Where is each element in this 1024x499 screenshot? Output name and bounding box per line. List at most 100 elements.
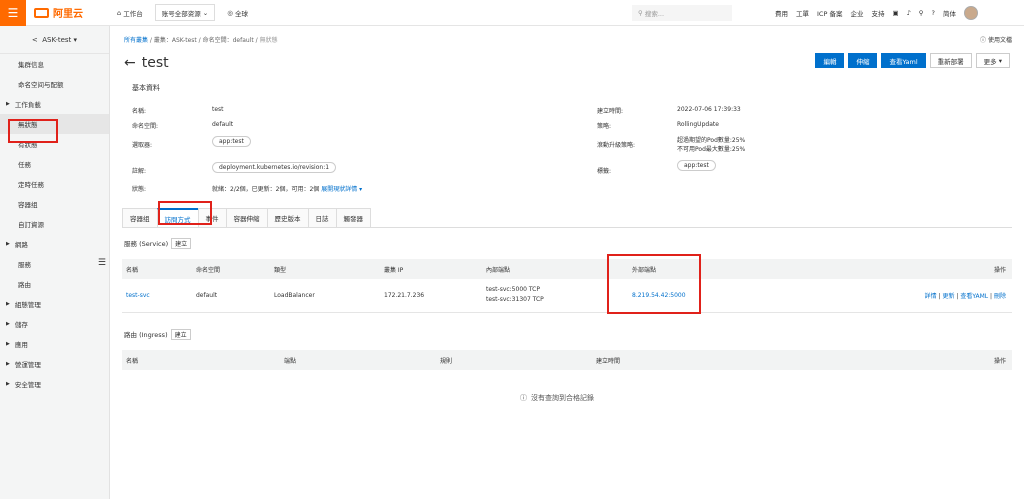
col-endpoint: 端點 <box>284 357 297 365</box>
more-button[interactable]: 更多 ▾ <box>975 53 1010 68</box>
scale-button[interactable]: 伸縮 <box>848 53 878 68</box>
service-type: LoadBalancer <box>274 292 315 299</box>
globe-icon: ◎ <box>227 8 235 17</box>
nav-fee[interactable]: 費用 <box>775 8 788 18</box>
ingress-table-header: 名稱 端點 規則 建立時間 操作 <box>122 350 1012 370</box>
tab-triggers[interactable]: 觸發器 <box>335 208 371 227</box>
sidebar-item[interactable]: ▶ 營運管理 <box>0 354 109 374</box>
logo-mark <box>34 7 49 18</box>
nav-ticket[interactable]: 工單 <box>796 8 809 18</box>
annotation-tag: deployment.kubernetes.io/revision:1 <box>212 162 337 173</box>
rolling-value-2: 不可用Pod最大數量:25% <box>677 146 746 153</box>
sidebar-item-label: 營運管理 <box>14 361 41 369</box>
sidebar-item[interactable]: 服務 <box>0 254 109 274</box>
logo[interactable]: 阿里云 <box>34 5 83 20</box>
expand-icon: ▶ <box>6 101 10 107</box>
expand-icon: ▶ <box>6 361 10 367</box>
redeploy-button[interactable]: 重新部署 <box>929 53 972 68</box>
basic-info-title: 基本資料 <box>132 84 160 92</box>
expand-status-link[interactable]: 展開現狀詳情 <box>321 186 357 193</box>
chevron-down-icon: ⌄ <box>200 8 209 17</box>
nav-support[interactable]: 支持 <box>871 8 884 18</box>
caret-down-icon: ▾ <box>996 56 1002 65</box>
edit-button[interactable]: 編輯 <box>815 53 845 68</box>
selector-label: 選取器: <box>132 142 153 149</box>
search-icon: ⚲ <box>638 9 645 17</box>
expand-icon: ▶ <box>6 381 10 387</box>
resource-select[interactable]: 账号全部资源 ⌄ <box>154 4 216 21</box>
info-icon: ⓘ <box>520 394 527 402</box>
back-arrow-icon[interactable]: ← <box>124 55 136 71</box>
sidebar-item[interactable]: 容器组 <box>0 194 109 214</box>
create-ingress-button[interactable]: 建立 <box>170 329 191 340</box>
breadcrumb-all-clusters[interactable]: 所有叢集 <box>124 37 148 44</box>
tab-pods[interactable]: 容器组 <box>122 208 158 227</box>
sidebar: < ASK-test ▾ 集群信息 命名空间与配额 ▶ 工作負載 無狀態 有狀態 任務 定時任… <box>0 26 110 499</box>
sidebar-item[interactable]: 任務 <box>0 154 109 174</box>
details-link[interactable]: 詳情 <box>925 293 937 300</box>
view-yaml-link[interactable]: 查看YAML <box>960 293 988 300</box>
tab-logs[interactable]: 日誌 <box>307 208 337 227</box>
tab-history[interactable]: 歷史版本 <box>266 208 309 227</box>
region-select[interactable]: ◎ 全球 <box>221 4 254 21</box>
rolling-value-1: 超過期望的Pod數量:25% <box>677 137 746 144</box>
row-actions: 詳情 | 更新 | 查看YAML | 刪除 <box>924 293 1006 300</box>
view-yaml-button[interactable]: 查看Yaml <box>881 53 926 68</box>
breadcrumb-cluster[interactable]: 叢集：ASK-test <box>154 37 197 44</box>
expand-icon: ▶ <box>6 341 10 347</box>
menu-icon[interactable]: ☰ <box>0 0 26 26</box>
tab-bar: 容器组 訪問方式 事件 容器伸縮 歷史版本 日誌 觸發器 <box>122 208 1012 228</box>
sidebar-item[interactable]: ▶ 儲存 <box>0 314 109 334</box>
cluster-selector[interactable]: < ASK-test ▾ <box>0 26 109 54</box>
create-service-button[interactable]: 建立 <box>171 238 192 249</box>
col-name: 名稱 <box>126 357 139 365</box>
location-icon[interactable]: ⚲ <box>919 9 924 17</box>
breadcrumb-current: 無狀態 <box>259 37 278 44</box>
sidebar-item[interactable]: 路由 <box>0 274 109 294</box>
top-nav: 費用 工單 ICP 备案 企业 支持 ▣ ♪ ⚲ ? 简体 <box>775 0 986 26</box>
nav-enterprise[interactable]: 企业 <box>850 8 863 18</box>
collapse-icon[interactable]: ☰ <box>98 258 106 268</box>
update-link[interactable]: 更新 <box>942 293 954 300</box>
sidebar-item-label: 定時任務 <box>18 181 44 189</box>
question-icon: ⓘ <box>980 37 987 44</box>
back-icon: < <box>31 35 43 44</box>
top-bar: ☰ 阿里云 ⌂ 工作台 账号全部资源 ⌄ ◎ 全球 ⚲ 搜索... 費用 工單 … <box>0 0 1024 26</box>
sidebar-item[interactable]: 自訂資源 <box>0 214 109 234</box>
created-value: 2022-07-06 17:39:33 <box>677 106 741 113</box>
search-input[interactable]: ⚲ 搜索... <box>632 5 732 21</box>
sidebar-item[interactable]: ▶ 組態管理 <box>0 294 109 314</box>
sidebar-item-label: 組態管理 <box>14 301 41 309</box>
sidebar-item-label: 任務 <box>18 161 31 169</box>
terminal-icon[interactable]: ▣ <box>892 9 898 17</box>
col-ops: 操作 <box>993 357 1006 365</box>
ingress-section: 路由 (Ingress) 建立 <box>124 329 191 340</box>
sidebar-item-label: 自訂資源 <box>18 221 44 229</box>
col-internal: 內部端點 <box>486 266 511 274</box>
sidebar-item[interactable]: ▶ 網路 <box>0 234 109 254</box>
bell-icon[interactable]: ♪ <box>907 9 911 17</box>
nav-icp[interactable]: ICP 备案 <box>817 8 842 18</box>
status-label: 狀態: <box>132 186 147 193</box>
breadcrumb: 所有叢集 / 叢集：ASK-test / 命名空間：default / 無狀態 <box>124 37 278 44</box>
highlight-external <box>607 254 701 314</box>
sidebar-item[interactable]: 命名空间与配额 <box>0 74 109 94</box>
sidebar-item-label: 網路 <box>14 241 28 249</box>
service-name-link[interactable]: test-svc <box>126 292 150 299</box>
avatar[interactable] <box>963 6 978 20</box>
sidebar-item[interactable]: ▶ 工作負載 <box>0 94 109 114</box>
sidebar-item[interactable]: ▶ 安全管理 <box>0 374 109 394</box>
status-value: 就緒：2/2個，已更新：2個，可用：2個 展開現狀詳情 ▾ <box>212 186 363 193</box>
sidebar-item[interactable]: ▶ 應用 <box>0 334 109 354</box>
sidebar-item[interactable]: 集群信息 <box>0 54 109 74</box>
delete-link[interactable]: 刪除 <box>994 293 1006 300</box>
tab-scaling[interactable]: 容器伸縮 <box>225 208 268 227</box>
breadcrumb-namespace[interactable]: 命名空間：default <box>203 37 254 44</box>
service-internal-2: test-svc:31307 TCP <box>486 296 544 303</box>
service-section: 服務 (Service) 建立 <box>124 238 192 249</box>
workbench-button[interactable]: ⌂ 工作台 <box>111 4 149 21</box>
help-icon[interactable]: ? <box>932 9 935 17</box>
sidebar-item[interactable]: 定時任務 <box>0 174 109 194</box>
language-select[interactable]: 简体 <box>943 8 956 18</box>
help-doc-link[interactable]: ⓘ 使用文檔 <box>980 35 1012 44</box>
